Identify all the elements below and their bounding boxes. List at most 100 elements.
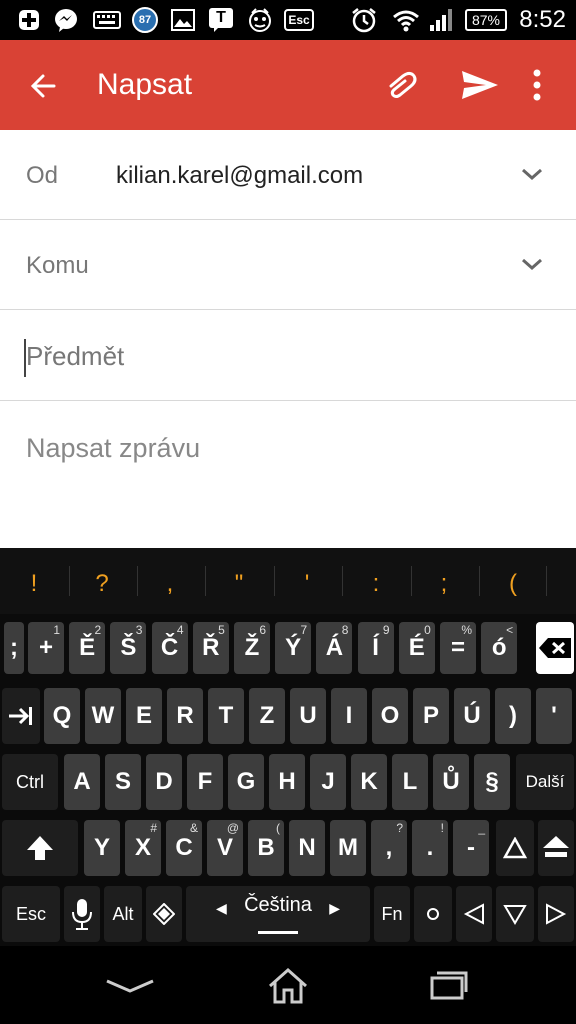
subject-field[interactable]: Předmět	[0, 311, 576, 401]
suggestion-item[interactable]: (	[498, 570, 528, 598]
key-label: Č	[160, 634, 179, 661]
key-label: E	[135, 702, 152, 729]
key[interactable]: M	[330, 820, 366, 876]
suggestion-item[interactable]: :	[361, 570, 391, 598]
tab-key[interactable]	[2, 688, 40, 744]
key[interactable]: K	[351, 754, 387, 810]
key[interactable]: O	[372, 688, 408, 744]
suggestion-item[interactable]: !	[19, 570, 49, 598]
key[interactable]: C &	[166, 820, 202, 876]
divider	[342, 566, 343, 596]
arrow-up-key[interactable]	[496, 820, 534, 876]
clock: 8:52	[519, 6, 566, 33]
key[interactable]: ;	[4, 622, 24, 674]
key[interactable]: R	[167, 688, 203, 744]
from-row[interactable]: Od kilian.karel@gmail.com	[0, 130, 576, 220]
more-options-icon[interactable]	[524, 65, 550, 105]
key[interactable]: I	[331, 688, 367, 744]
next-key[interactable]: Další	[516, 754, 574, 810]
to-row[interactable]: Komu	[0, 220, 576, 310]
key[interactable]: Q	[44, 688, 80, 744]
key[interactable]: Ř5	[192, 622, 229, 674]
shift-right-key[interactable]	[538, 820, 574, 876]
key[interactable]: Ž6	[234, 622, 270, 674]
key[interactable]: Š3	[110, 622, 147, 674]
back-arrow-icon[interactable]	[24, 64, 68, 108]
key[interactable]: F	[187, 754, 223, 810]
key-label: G	[236, 768, 256, 795]
key[interactable]: §	[474, 754, 510, 810]
key[interactable]: E	[126, 688, 162, 744]
back-chevron-icon[interactable]	[104, 976, 156, 998]
key[interactable]: W	[85, 688, 121, 744]
suggestion-item[interactable]: ,	[155, 570, 185, 598]
arrow-down-key[interactable]	[496, 886, 534, 942]
suggestion-item[interactable]: "	[224, 570, 254, 598]
mic-key[interactable]	[64, 886, 100, 942]
key[interactable]: A	[64, 754, 100, 810]
key[interactable]: S	[105, 754, 141, 810]
shift-arrow-icon	[543, 836, 569, 857]
key-sublabel: 7	[300, 623, 308, 637]
wifi-icon	[392, 7, 420, 33]
key[interactable]: Ě2	[69, 622, 106, 674]
key[interactable]: .!	[412, 820, 448, 876]
key[interactable]: U	[290, 688, 326, 744]
suggestion-item[interactable]: ?	[87, 570, 117, 598]
fn-key[interactable]: Fn	[374, 886, 410, 942]
key-label: )	[509, 702, 517, 729]
key[interactable]: N	[289, 820, 325, 876]
from-value[interactable]: kilian.karel@gmail.com	[116, 162, 363, 190]
key[interactable]: B(	[248, 820, 284, 876]
chevron-down-icon[interactable]	[518, 164, 546, 184]
key[interactable]: T	[208, 688, 244, 744]
key[interactable]: D	[146, 754, 182, 810]
key[interactable]: +1	[28, 622, 64, 674]
key[interactable]: )	[495, 688, 531, 744]
key[interactable]: - _	[453, 820, 489, 876]
arrow-left-key[interactable]	[456, 886, 492, 942]
suggestion-item[interactable]: '	[292, 570, 322, 598]
key[interactable]: L	[392, 754, 428, 810]
page-title: Napsat	[97, 68, 193, 101]
key[interactable]: '	[536, 688, 572, 744]
recent-apps-icon[interactable]	[428, 970, 468, 1002]
arrow-right-key[interactable]	[538, 886, 574, 942]
key-label: P	[422, 702, 439, 729]
key[interactable]: Č4	[151, 622, 188, 674]
key[interactable]: =%	[440, 622, 476, 674]
send-icon[interactable]	[458, 65, 502, 105]
esc-key[interactable]: Esc	[2, 886, 60, 942]
space-key[interactable]: ◀ Čeština ▶	[186, 886, 370, 942]
suggestion-item[interactable]: ;	[429, 570, 459, 598]
alt-key[interactable]: Alt	[104, 886, 142, 942]
backspace-key[interactable]	[536, 622, 574, 674]
key[interactable]: Ý7	[275, 622, 312, 674]
ctrl-key[interactable]: Ctrl	[2, 754, 58, 810]
key[interactable]: ,?	[371, 820, 407, 876]
shift-key[interactable]	[2, 820, 78, 876]
key[interactable]: É0	[398, 622, 435, 674]
key[interactable]: Ů	[433, 754, 469, 810]
attach-icon[interactable]	[383, 65, 423, 105]
circle-key[interactable]	[414, 886, 452, 942]
key[interactable]: X #	[125, 820, 161, 876]
chevron-down-icon[interactable]	[518, 254, 546, 274]
emoji-key[interactable]	[146, 886, 182, 942]
key[interactable]: Ú	[454, 688, 490, 744]
key-sublabel: !	[440, 821, 444, 835]
key-label: V	[216, 834, 233, 861]
key[interactable]: H	[269, 754, 305, 810]
key[interactable]: G	[228, 754, 264, 810]
key[interactable]: Y	[84, 820, 120, 876]
key-label: B	[257, 834, 275, 861]
body-field[interactable]: Napsat zprávu	[26, 433, 200, 464]
key[interactable]: Í9	[357, 622, 394, 674]
key[interactable]: V @	[207, 820, 243, 876]
key[interactable]: Á8	[316, 622, 353, 674]
key[interactable]: J	[310, 754, 346, 810]
key[interactable]: P	[413, 688, 449, 744]
key[interactable]: ó <	[481, 622, 518, 674]
key[interactable]: Z	[249, 688, 285, 744]
home-icon[interactable]	[266, 966, 310, 1006]
